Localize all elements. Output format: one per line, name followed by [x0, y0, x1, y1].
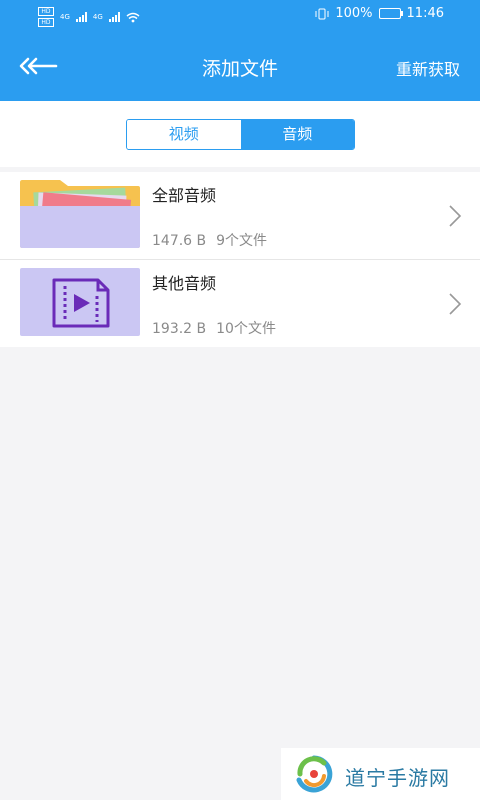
app-header: HD HD 4G 4G 100% 11:46 添加文件 重新获取: [0, 0, 480, 101]
network-type-2: 4G: [92, 13, 103, 21]
tab-video[interactable]: 视频: [127, 120, 241, 149]
battery-icon: [378, 8, 403, 19]
video-thumbnail: [20, 268, 140, 336]
chevron-right-icon: [449, 293, 462, 315]
title-bar: 添加文件 重新获取: [0, 44, 480, 88]
status-right: 100% 11:46: [315, 6, 444, 21]
signal-icon-2: [108, 12, 120, 22]
tab-audio[interactable]: 音频: [240, 120, 354, 149]
item-name: 其他音频: [152, 274, 217, 293]
list-item-all-audio[interactable]: 全部音频 147.6 B 9个文件: [0, 172, 480, 260]
clock: 11:46: [406, 6, 444, 21]
network-type: 4G: [60, 13, 70, 21]
item-size: 193.2 B: [152, 321, 207, 337]
item-size: 147.6 B: [152, 233, 207, 249]
item-count: 9个文件: [216, 233, 268, 249]
wifi-icon: [126, 12, 140, 22]
video-file-icon: [52, 278, 110, 328]
watermark-text: 道宁手游网: [345, 766, 450, 790]
signal-icon: [75, 12, 87, 22]
vibrate-icon: [315, 8, 329, 19]
watermark: 道宁手游网: [281, 748, 480, 800]
status-left: HD HD 4G 4G: [38, 7, 140, 27]
file-category-list: 全部音频 147.6 B 9个文件 其他音频 193.2 B 10个文件: [0, 172, 480, 347]
hd-badge-2: HD: [38, 18, 54, 27]
folder-thumbnail: [20, 180, 140, 248]
battery-percent: 100%: [335, 6, 373, 21]
folder-icon: [20, 180, 140, 248]
chevron-right-icon: [449, 205, 462, 227]
refresh-button[interactable]: 重新获取: [396, 56, 460, 80]
item-count: 10个文件: [216, 321, 276, 337]
hd-icon: HD HD: [38, 7, 54, 27]
status-bar: HD HD 4G 4G 100% 11:46: [0, 0, 480, 30]
item-name: 全部音频: [152, 186, 217, 205]
watermark-logo-icon: [296, 755, 333, 793]
segmented-control: 视频 音频: [126, 119, 355, 150]
item-meta: 193.2 B 10个文件: [152, 318, 276, 338]
item-meta: 147.6 B 9个文件: [152, 230, 267, 250]
hd-badge-1: HD: [38, 7, 54, 16]
tab-bar: 视频 音频: [0, 101, 480, 167]
list-item-other-audio[interactable]: 其他音频 193.2 B 10个文件: [0, 260, 480, 347]
